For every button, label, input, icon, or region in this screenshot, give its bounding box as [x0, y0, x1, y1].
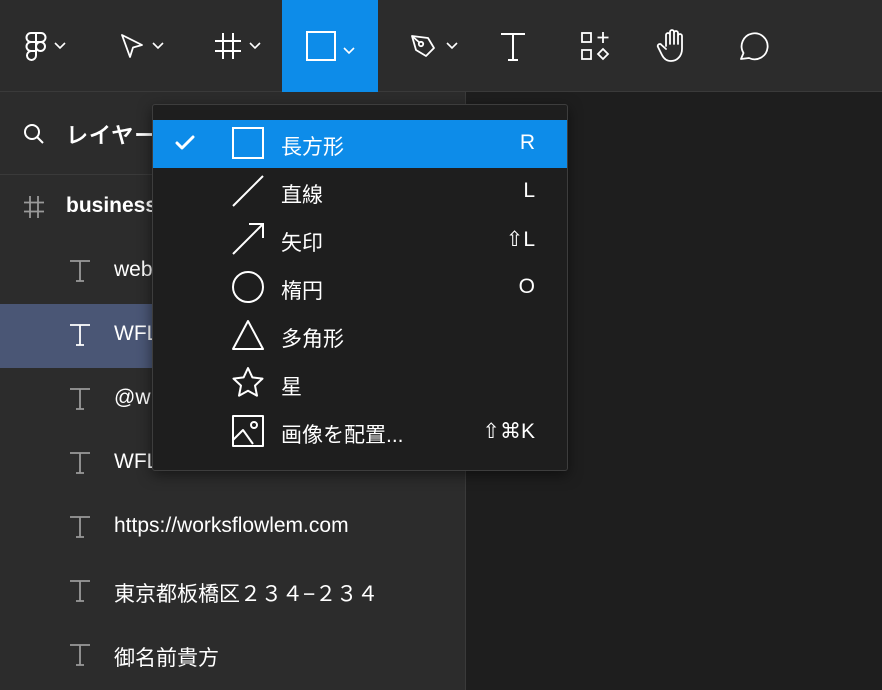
menu-item-label: 多角形: [281, 328, 344, 351]
layer-row[interactable]: 御名前貴方: [0, 624, 466, 688]
main-menu-button[interactable]: [0, 0, 90, 92]
chevron-down-icon: [343, 47, 355, 55]
menu-item-label: 楕円: [281, 280, 323, 303]
resources-button[interactable]: [572, 0, 618, 92]
polygon-icon: [232, 320, 264, 350]
cursor-icon: [121, 34, 143, 58]
layer-row[interactable]: 東京都板橋区２３４−２３４: [0, 560, 466, 624]
text-layer-icon: [70, 644, 90, 666]
text-icon: [501, 33, 525, 61]
text-tool-button[interactable]: [490, 0, 536, 92]
frame-icon: [215, 33, 241, 59]
chevron-down-icon: [446, 42, 458, 50]
chevron-down-icon: [249, 42, 261, 50]
arrow-icon: [232, 223, 264, 255]
layer-label: 東京都板橋区２３４−２３４: [114, 583, 379, 606]
layer-label: business: [66, 194, 158, 217]
hand-tool-button[interactable]: [650, 0, 696, 92]
text-layer-icon: [70, 388, 90, 410]
text-layer-icon: [70, 260, 90, 282]
layer-label: https://worksflowlem.com: [114, 514, 349, 537]
menu-item-arrow[interactable]: 矢印 ⇧L: [153, 216, 567, 264]
frame-icon: [24, 196, 44, 218]
frame-tool-button[interactable]: [196, 0, 278, 92]
hand-icon: [656, 29, 683, 62]
image-icon: [232, 415, 264, 447]
menu-item-shortcut: ⇧L: [505, 228, 535, 251]
menu-item-label: 星: [281, 376, 302, 399]
layer-row[interactable]: https://worksflowlem.com: [0, 496, 466, 560]
layer-label: @w: [114, 386, 151, 409]
layers-title: レイヤー: [66, 123, 158, 148]
menu-item-label: 矢印: [281, 232, 323, 255]
text-layer-icon: [70, 580, 90, 602]
toolbar: [0, 0, 882, 92]
menu-item-place-image[interactable]: 画像を配置... ⇧⌘K: [153, 408, 567, 456]
menu-item-polygon[interactable]: 多角形: [153, 312, 567, 360]
comment-icon: [740, 32, 769, 61]
pen-tool-button[interactable]: [396, 0, 470, 92]
layer-label: web: [114, 258, 153, 281]
comment-tool-button[interactable]: [730, 0, 776, 92]
menu-item-shortcut: ⇧⌘K: [482, 420, 535, 443]
menu-item-label: 直線: [281, 184, 323, 207]
menu-item-star[interactable]: 星: [153, 360, 567, 408]
chevron-down-icon: [152, 42, 164, 50]
checkmark-icon: [175, 135, 195, 150]
components-icon: [581, 32, 610, 61]
ellipse-icon: [232, 271, 264, 303]
menu-item-shortcut: O: [518, 275, 535, 298]
menu-item-shortcut: L: [523, 179, 535, 202]
figma-logo-icon: [25, 32, 47, 61]
text-layer-icon: [70, 324, 90, 346]
rectangle-icon: [232, 127, 264, 159]
menu-item-label: 画像を配置...: [281, 424, 404, 447]
text-layer-icon: [70, 452, 90, 474]
menu-item-ellipse[interactable]: 楕円 O: [153, 264, 567, 312]
line-icon: [232, 175, 264, 207]
shape-menu: 長方形 R 直線 L 矢印 ⇧L 楕円 O 多角形 星 画像を配置... ⇧⌘K: [152, 104, 568, 471]
layer-label: 御名前貴方: [114, 647, 219, 670]
menu-item-line[interactable]: 直線 L: [153, 168, 567, 216]
star-icon: [232, 367, 264, 397]
menu-item-rectangle[interactable]: 長方形 R: [153, 120, 567, 168]
move-tool-button[interactable]: [102, 0, 180, 92]
chevron-down-icon: [54, 42, 66, 50]
search-icon[interactable]: [22, 122, 46, 146]
menu-item-label: 長方形: [281, 136, 344, 159]
shape-tool-button[interactable]: [282, 0, 378, 92]
rectangle-icon: [306, 31, 336, 61]
menu-item-shortcut: R: [519, 131, 535, 154]
pen-icon: [411, 35, 435, 57]
text-layer-icon: [70, 516, 90, 538]
